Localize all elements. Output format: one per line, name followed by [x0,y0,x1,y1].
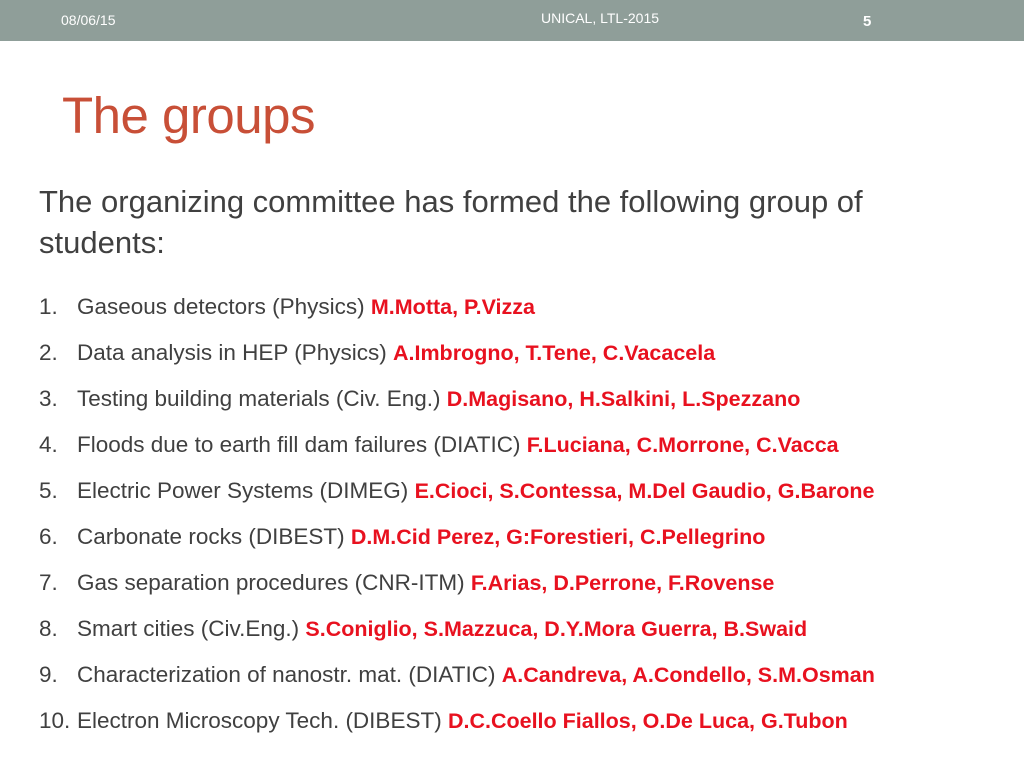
group-members: S.Coniglio, S.Mazzuca, D.Y.Mora Guerra, … [305,617,808,641]
slide-date: 08/06/15 [61,12,116,28]
group-topic: Gaseous detectors (Physics) [77,294,365,319]
group-number: 9. [39,662,58,687]
group-number: 3. [39,386,58,411]
group-item-8: 8. Smart cities (Civ.Eng.) S.Coniglio, S… [0,610,1024,656]
group-item-10: 10. Electron Microscopy Tech. (DIBEST) D… [0,702,1024,748]
group-topic: Characterization of nanostr. mat. (DIATI… [77,662,496,687]
group-topic: Carbonate rocks (DIBEST) [77,524,345,549]
group-topic: Gas separation procedures (CNR-ITM) [77,570,465,595]
group-topic: Smart cities (Civ.Eng.) [77,616,300,641]
group-item-4: 4. Floods due to earth fill dam failures… [0,426,1024,472]
group-item-3: 3. Testing building materials (Civ. Eng.… [0,380,1024,426]
groups-list: 1. Gaseous detectors (Physics) M.Motta, … [0,288,1024,748]
group-item-5: 5. Electric Power Systems (DIMEG) E.Cioc… [0,472,1024,518]
group-members: A.Candreva, A.Condello, S.M.Osman [501,663,875,687]
group-item-2: 2. Data analysis in HEP (Physics) A.Imbr… [0,334,1024,380]
slide-intro-text: The organizing committee has formed the … [39,184,863,260]
group-item-9: 9. Characterization of nanostr. mat. (DI… [0,656,1024,702]
group-members: F.Luciana, C.Morrone, C.Vacca [526,433,839,457]
group-number: 5. [39,478,58,503]
slide-footer-text: UNICAL, LTL-2015 [541,10,660,26]
group-topic: Data analysis in HEP (Physics) [77,340,387,365]
group-topic: Electric Power Systems (DIMEG) [77,478,409,503]
group-item-1: 1. Gaseous detectors (Physics) M.Motta, … [0,288,1024,334]
group-members: A.Imbrogno, T.Tene, C.Vacacela [392,341,716,365]
group-members: D.Magisano, H.Salkini, L.Spezzano [446,387,801,411]
group-members: E.Cioci, S.Contessa, M.Del Gaudio, G.Bar… [414,479,875,503]
group-number: 7. [39,570,58,595]
group-topic: Testing building materials (Civ. Eng.) [77,386,441,411]
group-members: F.Arias, D.Perrone, F.Rovense [470,571,775,595]
group-topic: Electron Microscopy Tech. (DIBEST) [77,708,442,733]
group-number: 4. [39,432,58,457]
group-topic: Floods due to earth fill dam failures (D… [77,432,521,457]
group-number: 1. [39,294,58,319]
group-members: D.C.Coello Fiallos, O.De Luca, G.Tubon [447,709,848,733]
slide-header-bar: 08/06/15 UNICAL, LTL-2015 5 [0,0,1024,41]
group-number: 10. [39,708,71,733]
group-item-7: 7. Gas separation procedures (CNR-ITM) F… [0,564,1024,610]
group-members: D.M.Cid Perez, G:Forestieri, C.Pellegrin… [350,525,766,549]
group-number: 2. [39,340,58,365]
group-members: M.Motta, P.Vizza [370,295,535,319]
slide-number: 5 [863,13,872,30]
group-number: 8. [39,616,58,641]
group-number: 6. [39,524,58,549]
slide-title: The groups [62,87,316,144]
group-item-6: 6. Carbonate rocks (DIBEST) D.M.Cid Pere… [0,518,1024,564]
